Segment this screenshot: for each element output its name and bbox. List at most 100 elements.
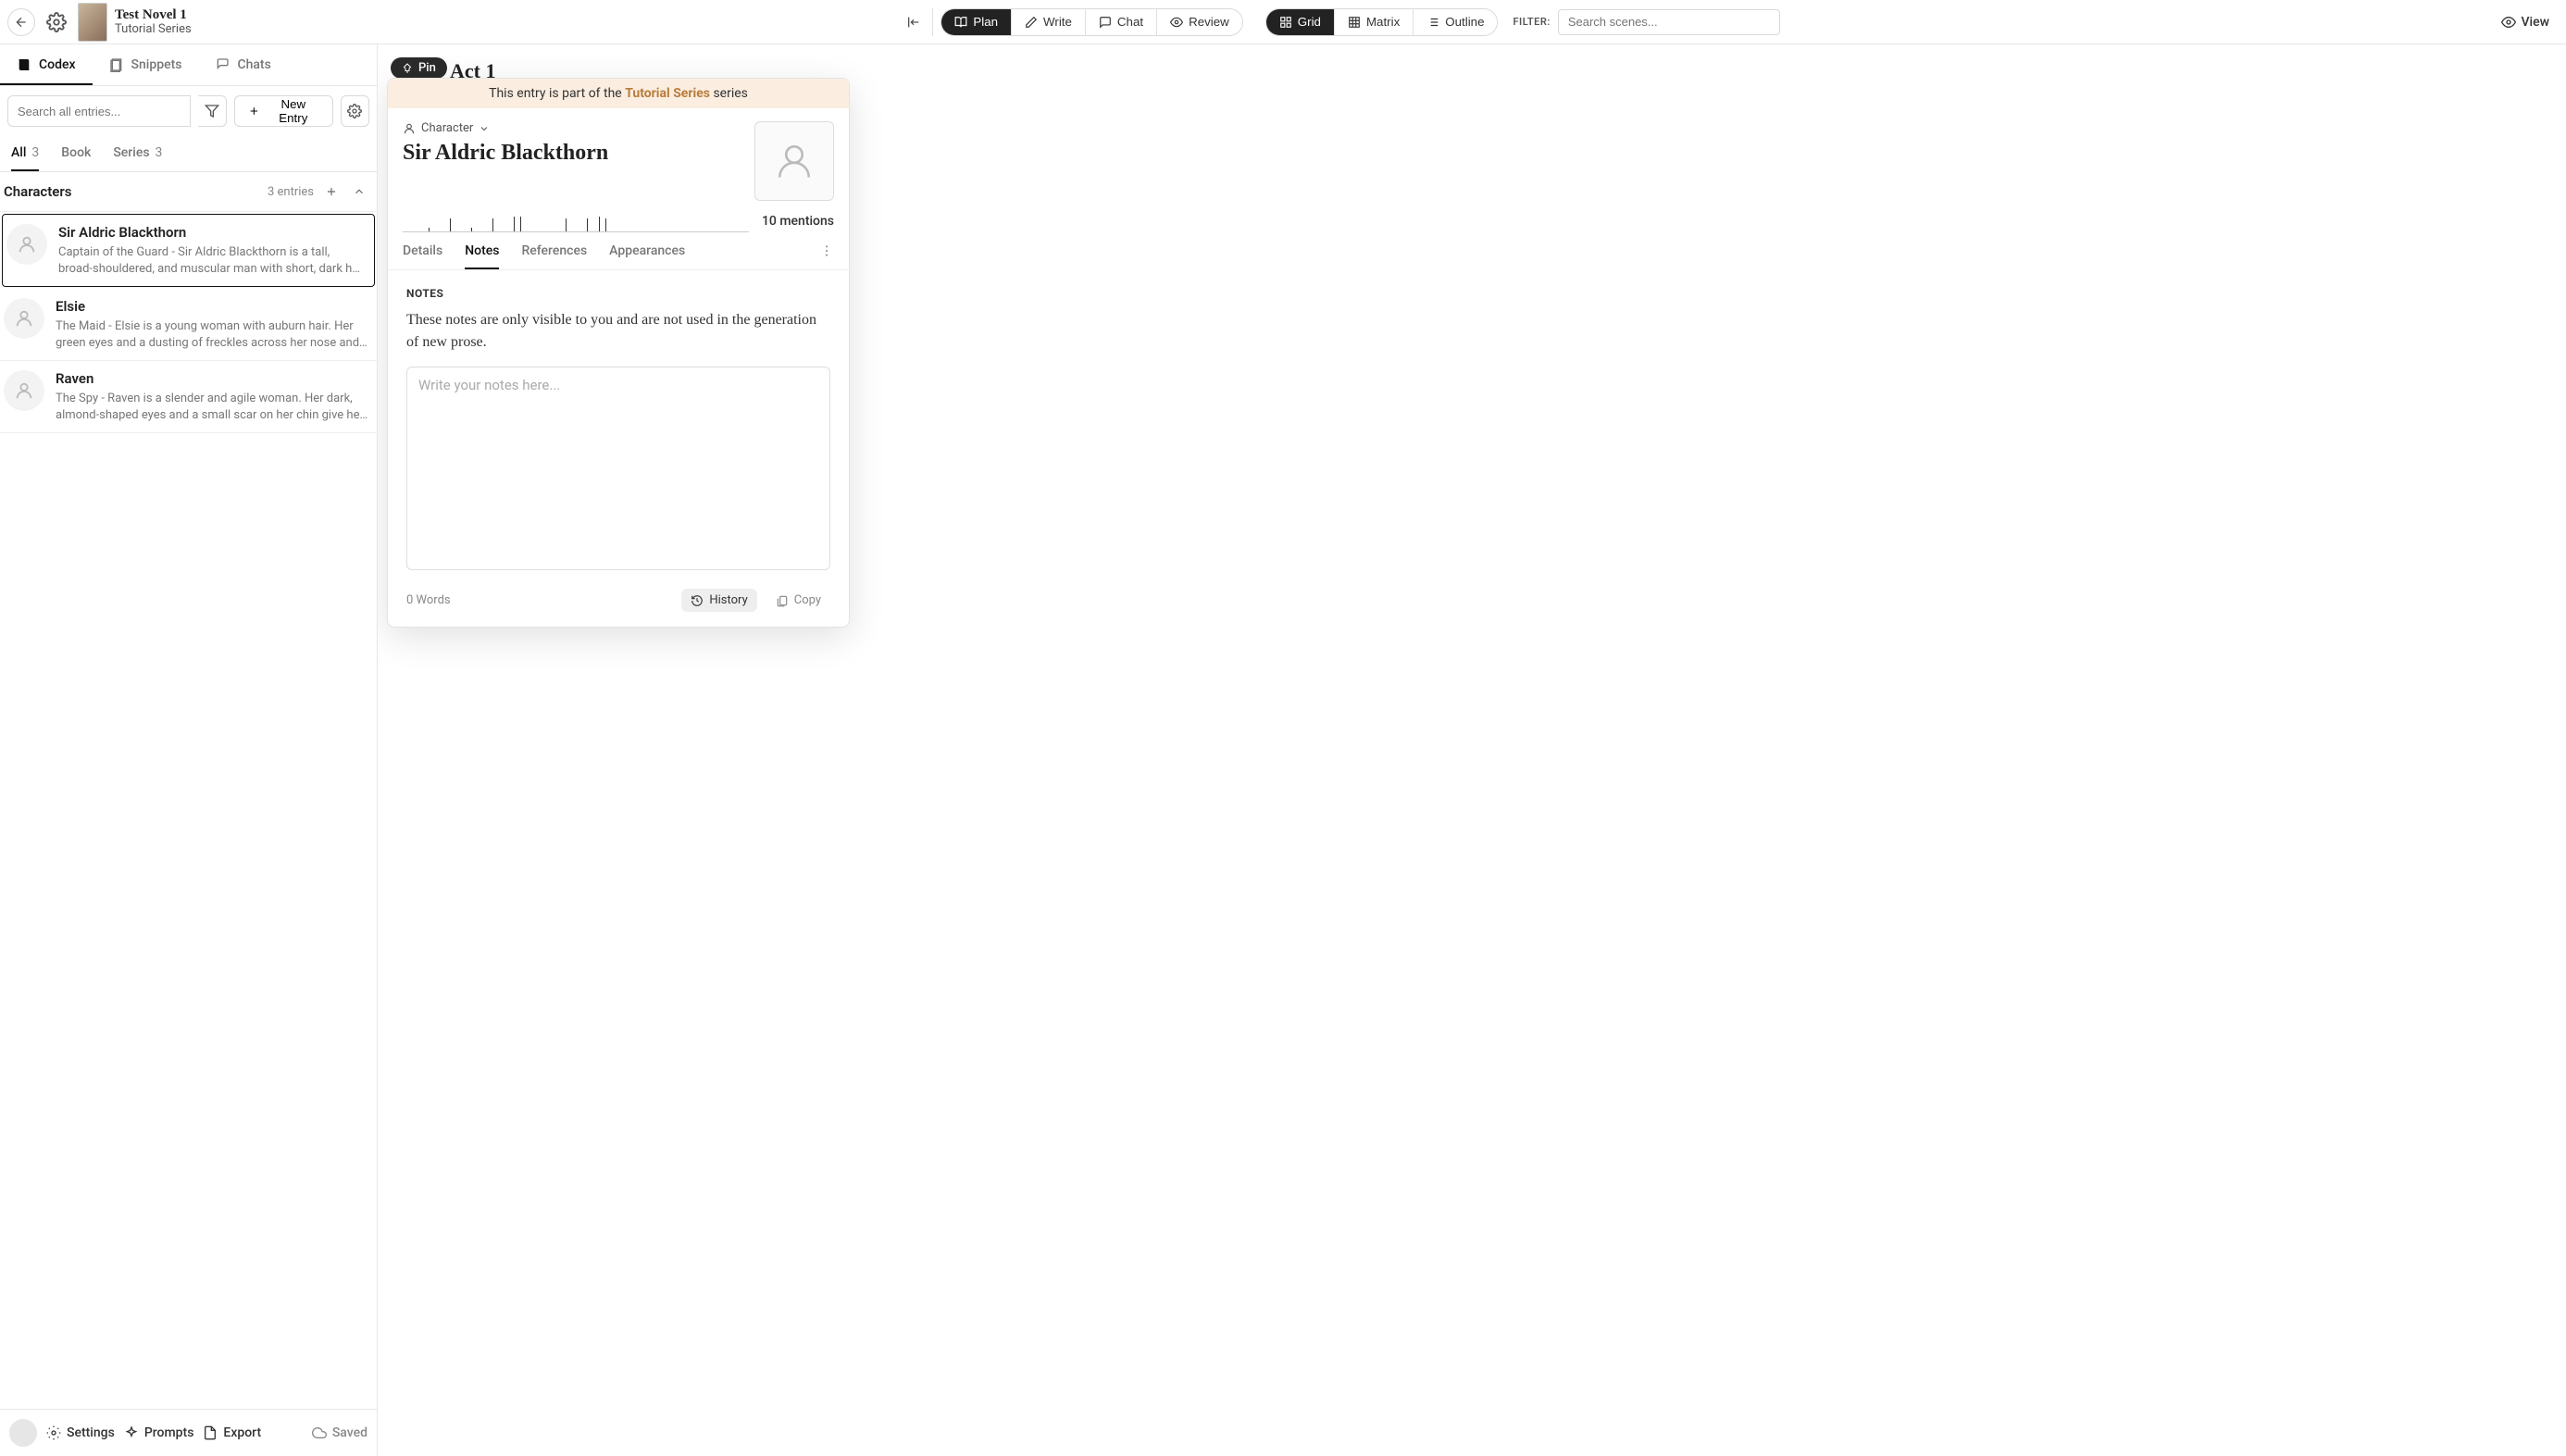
prompts-button[interactable]: Prompts <box>124 1425 194 1440</box>
entries-list: Sir Aldric Blackthorn Captain of the Gua… <box>0 212 377 433</box>
prompts-label: Prompts <box>144 1425 194 1440</box>
export-icon <box>203 1425 218 1440</box>
sidebar-toolbar: New Entry <box>0 86 377 136</box>
new-entry-label: New Entry <box>268 97 319 125</box>
plus-icon <box>248 105 260 118</box>
grid-icon <box>1279 16 1292 29</box>
sparkle-icon <box>124 1425 139 1440</box>
collapse-category-button[interactable] <box>349 181 369 202</box>
sidebar-footer: Settings Prompts Export Saved <box>0 1409 377 1456</box>
book-open-icon <box>954 16 967 29</box>
mentions-row: 10 mentions <box>388 201 849 232</box>
entry-name: Elsie <box>56 298 369 315</box>
settings-button[interactable]: Settings <box>46 1425 115 1440</box>
entry-sir-aldric[interactable]: Sir Aldric Blackthorn Captain of the Gua… <box>2 214 375 287</box>
scope-tab-all[interactable]: All 3 <box>11 145 39 171</box>
entry-type-selector[interactable]: Character <box>403 121 740 135</box>
scope-book-label: Book <box>61 145 91 160</box>
sidebar-settings-button[interactable] <box>341 95 369 127</box>
entry-description: The Spy - Raven is a slender and agile w… <box>56 391 369 423</box>
settings-gear-button[interactable] <box>43 8 70 36</box>
pencil-icon <box>1025 16 1038 29</box>
add-character-button[interactable] <box>321 181 342 202</box>
series-banner-suffix: series <box>710 86 748 101</box>
write-label: Write <box>1043 15 1072 29</box>
entry-description: The Maid - Elsie is a young woman with a… <box>56 318 369 351</box>
outline-view-button[interactable]: Outline <box>1413 9 1497 35</box>
tab-codex[interactable]: Codex <box>0 44 93 85</box>
history-icon <box>691 594 704 607</box>
scope-tab-series[interactable]: Series 3 <box>113 145 162 171</box>
tab-snippets-label: Snippets <box>131 57 182 72</box>
chats-icon <box>215 57 230 72</box>
mentions-count: 10 mentions <box>762 214 834 229</box>
view-button[interactable]: View <box>2492 15 2560 30</box>
matrix-label: Matrix <box>1366 15 1400 29</box>
plan-mode-button[interactable]: Plan <box>941 9 1011 35</box>
grid-view-button[interactable]: Grid <box>1266 9 1334 35</box>
character-title[interactable]: Sir Aldric Blackthorn <box>403 141 740 166</box>
character-panel: This entry is part of the Tutorial Serie… <box>387 78 850 628</box>
tab-snippets[interactable]: Snippets <box>93 44 199 85</box>
canvas: Pin Act 1 This entry is part of the Tuto… <box>378 44 2566 1456</box>
scope-series-count: 3 <box>156 145 163 160</box>
filter-entries-button[interactable] <box>198 95 227 127</box>
panel-tab-notes[interactable]: Notes <box>465 243 499 269</box>
history-label: History <box>709 593 747 607</box>
export-label: Export <box>223 1425 261 1440</box>
settings-label: Settings <box>67 1425 115 1440</box>
new-entry-button[interactable]: New Entry <box>234 95 332 127</box>
search-scenes-input[interactable] <box>1558 9 1780 35</box>
arrow-left-icon <box>14 15 29 30</box>
search-entries-input[interactable] <box>7 95 191 127</box>
chat-icon <box>1099 16 1112 29</box>
view-label: View <box>2522 15 2550 30</box>
collapse-left-icon <box>906 15 921 30</box>
eye-icon <box>2501 15 2516 30</box>
panel-tab-references[interactable]: References <box>521 243 587 269</box>
more-vertical-icon <box>819 243 834 258</box>
panel-overflow-menu[interactable] <box>819 243 834 269</box>
back-button[interactable] <box>7 8 35 36</box>
entry-elsie[interactable]: Elsie The Maid - Elsie is a young woman … <box>0 289 377 361</box>
collapse-panel-button[interactable] <box>903 11 925 33</box>
chat-mode-button[interactable]: Chat <box>1085 9 1156 35</box>
divider <box>932 8 933 36</box>
avatar-placeholder <box>6 224 47 265</box>
review-label: Review <box>1189 15 1229 29</box>
mode-switcher: Plan Write Chat Review <box>940 8 1242 36</box>
write-mode-button[interactable]: Write <box>1011 9 1085 35</box>
book-cover-thumbnail[interactable] <box>78 3 107 42</box>
outline-label: Outline <box>1445 15 1484 29</box>
history-button[interactable]: History <box>681 589 756 612</box>
category-header-characters[interactable]: Characters 3 entries <box>0 172 377 212</box>
copy-button[interactable]: Copy <box>766 589 830 612</box>
scope-tab-book[interactable]: Book <box>61 145 91 171</box>
entry-raven[interactable]: Raven The Spy - Raven is a slender and a… <box>0 361 377 433</box>
top-header: Test Novel 1 Tutorial Series Plan Write … <box>0 0 2566 44</box>
export-button[interactable]: Export <box>203 1425 261 1440</box>
panel-tab-appearances[interactable]: Appearances <box>609 243 685 269</box>
panel-tab-details[interactable]: Details <box>403 243 442 269</box>
character-portrait[interactable] <box>754 121 834 201</box>
pin-label: Pin <box>418 61 436 75</box>
user-icon <box>14 308 34 329</box>
grid-label: Grid <box>1298 15 1321 29</box>
word-count: 0 Words <box>406 593 451 607</box>
user-avatar[interactable] <box>9 1419 37 1447</box>
tab-chats[interactable]: Chats <box>198 44 287 85</box>
matrix-view-button[interactable]: Matrix <box>1334 9 1413 35</box>
user-icon <box>403 122 416 135</box>
view-mode-switcher: Grid Matrix Outline <box>1265 8 1499 36</box>
mentions-sparkline[interactable] <box>403 210 749 232</box>
notes-section-help: These notes are only visible to you and … <box>406 309 830 354</box>
sidebar: Codex Snippets Chats New Entry <box>0 44 378 1456</box>
category-name: Characters <box>4 183 71 200</box>
review-mode-button[interactable]: Review <box>1156 9 1242 35</box>
filter-icon <box>205 104 219 118</box>
matrix-icon <box>1348 16 1361 29</box>
category-count: 3 entries <box>268 185 314 199</box>
notes-textarea[interactable] <box>406 367 830 570</box>
eye-icon <box>1170 16 1183 29</box>
pin-button[interactable]: Pin <box>391 57 447 79</box>
